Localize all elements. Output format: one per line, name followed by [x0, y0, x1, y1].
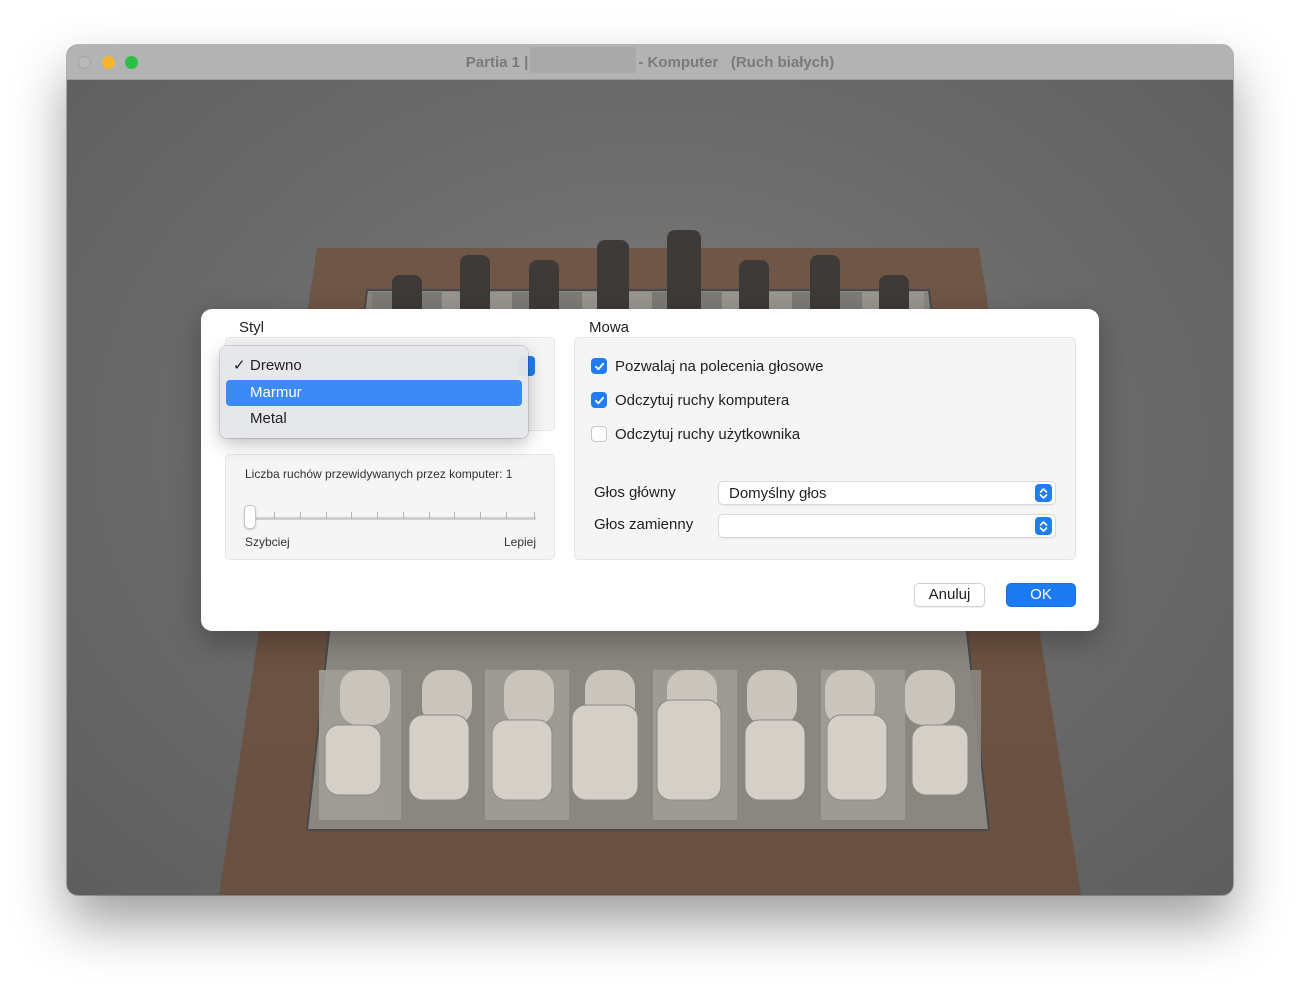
difficulty-slider-knob[interactable]: [244, 505, 256, 529]
title-bar[interactable]: Partia 1 | - Komputer (Ruch białych): [67, 45, 1233, 80]
empty-checkbox-icon[interactable]: [591, 426, 607, 442]
speech-panel: Pozwalaj na polecenia głosowe Odczytuj r…: [574, 337, 1076, 560]
style-section-label: Styl: [239, 319, 265, 336]
checkmark-icon[interactable]: [591, 358, 607, 374]
ok-button[interactable]: OK: [1006, 583, 1076, 607]
difficulty-slider-track[interactable]: [250, 517, 536, 520]
checkbox-label: Odczytuj ruchy komputera: [615, 391, 790, 409]
slider-min-label: Szybciej: [245, 535, 290, 549]
style-dropdown-menu: ✓ Drewno Marmur Metal: [220, 346, 528, 438]
menu-item-label: Drewno: [250, 357, 302, 374]
menu-item-metal[interactable]: Metal: [226, 406, 522, 432]
cancel-button[interactable]: Anuluj: [914, 583, 985, 607]
main-voice-select[interactable]: Domyślny głos: [718, 481, 1056, 505]
checkbox-label: Odczytuj ruchy użytkownika: [615, 425, 801, 443]
main-voice-label: Głos główny: [594, 484, 676, 501]
up-down-chevron-icon: [1035, 517, 1052, 535]
checkmark-icon: ✓: [233, 357, 246, 374]
main-voice-value: Domyślny głos: [729, 485, 827, 502]
checkbox-label: Pozwalaj na polecenia głosowe: [615, 357, 824, 375]
checkmark-icon[interactable]: [591, 392, 607, 408]
up-down-chevron-icon: [1035, 484, 1052, 502]
difficulty-panel: Liczba ruchów przewidywanych przez kompu…: [225, 454, 555, 560]
alt-voice-select[interactable]: [718, 514, 1056, 538]
menu-item-label: Marmur: [250, 384, 302, 401]
difficulty-label: Liczba ruchów przewidywanych przez kompu…: [245, 467, 513, 481]
alt-voice-label: Głos zamienny: [594, 516, 694, 533]
checkbox-voice-commands[interactable]: Pozwalaj na polecenia głosowe: [591, 356, 823, 376]
title-prefix: Partia 1 |: [465, 53, 529, 71]
window-title: Partia 1 | - Komputer (Ruch białych): [67, 47, 1233, 73]
checkbox-read-computer-moves[interactable]: Odczytuj ruchy komputera: [591, 390, 789, 410]
menu-item-label: Metal: [250, 410, 287, 427]
checkbox-read-user-moves[interactable]: Odczytuj ruchy użytkownika: [591, 424, 800, 444]
menu-item-marmur[interactable]: Marmur: [226, 380, 522, 406]
slider-max-label: Lepiej: [503, 535, 536, 549]
title-suffix: - Komputer (Ruch białych): [638, 53, 835, 71]
redacted-player-name: [530, 47, 637, 73]
menu-item-drewno[interactable]: ✓ Drewno: [226, 353, 522, 379]
speech-section-label: Mowa: [589, 319, 630, 336]
